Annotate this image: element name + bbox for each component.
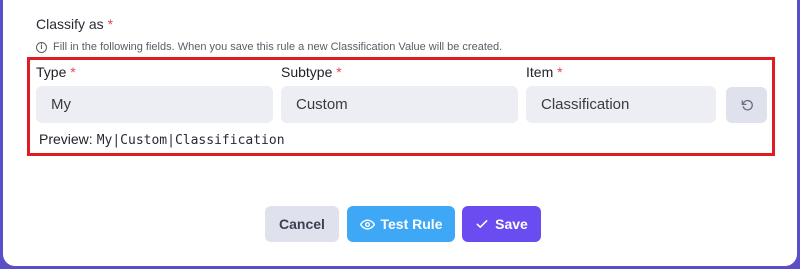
reset-button[interactable]	[726, 87, 767, 123]
required-marker: *	[107, 16, 114, 32]
save-button-label: Save	[495, 216, 528, 232]
preview-label: Preview:	[39, 131, 93, 147]
cancel-button-label: Cancel	[279, 216, 325, 232]
classify-title: Classify as *	[36, 16, 113, 32]
subtype-label-text: Subtype	[281, 64, 333, 80]
type-label: Type *	[36, 64, 76, 80]
subtype-required-marker: *	[336, 64, 342, 80]
hint-row: i Fill in the following fields. When you…	[36, 41, 502, 53]
item-input-value: Classification	[541, 96, 630, 113]
item-label: Item *	[526, 64, 563, 80]
test-rule-button-label: Test Rule	[380, 216, 443, 232]
item-input[interactable]: Classification	[526, 86, 716, 123]
item-required-marker: *	[557, 64, 563, 80]
save-button[interactable]: Save	[462, 206, 541, 242]
check-icon	[476, 220, 488, 228]
type-label-text: Type	[36, 64, 67, 80]
eye-icon	[359, 218, 375, 230]
subtype-input-value: Custom	[296, 96, 348, 113]
subtype-label: Subtype *	[281, 64, 342, 80]
type-input-value: My	[51, 96, 71, 113]
cancel-button[interactable]: Cancel	[265, 206, 339, 242]
item-label-text: Item	[526, 64, 554, 80]
type-required-marker: *	[70, 64, 76, 80]
preview-row: Preview: My|Custom|Classification	[39, 131, 285, 148]
test-rule-button[interactable]: Test Rule	[347, 206, 455, 242]
classify-title-text: Classify as	[36, 16, 104, 32]
classify-panel: Classify as * i Fill in the following fi…	[3, 0, 797, 266]
subtype-input[interactable]: Custom	[281, 86, 518, 123]
info-icon: i	[36, 41, 47, 53]
preview-value: My|Custom|Classification	[96, 133, 285, 148]
undo-icon	[741, 99, 753, 111]
type-input[interactable]: My	[36, 86, 273, 123]
hint-text: Fill in the following fields. When you s…	[53, 41, 503, 53]
